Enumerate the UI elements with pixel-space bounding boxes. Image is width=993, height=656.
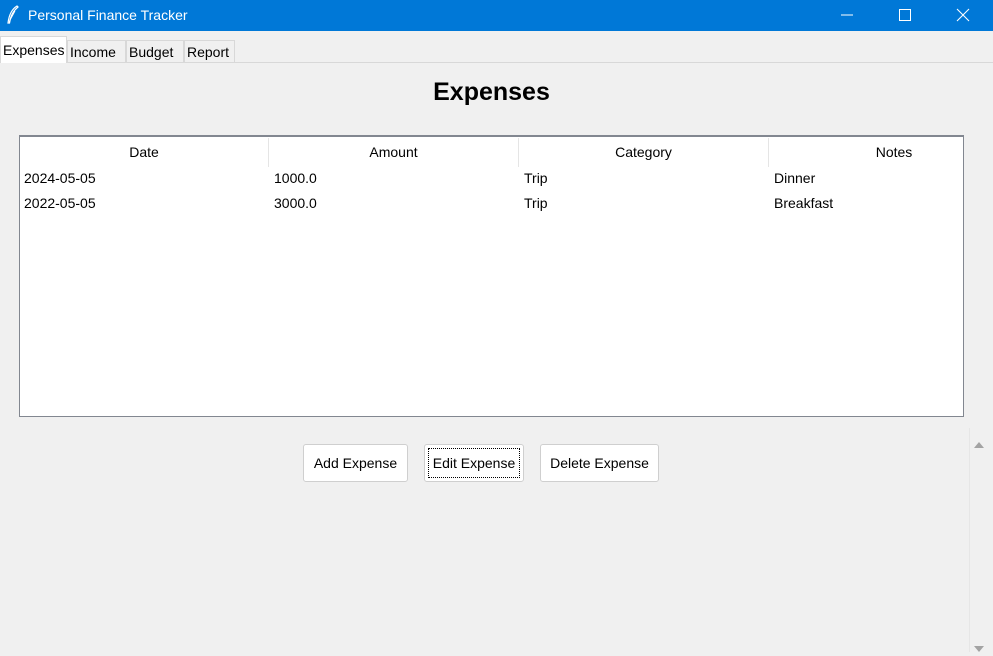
tab-report[interactable]: Report — [184, 40, 235, 62]
cell-notes: Breakfast — [774, 195, 834, 211]
page-title: Expenses — [433, 78, 550, 106]
expenses-table[interactable]: Date Amount Category Notes 2024-05-05 10… — [19, 135, 964, 417]
column-header-notes[interactable]: Notes — [769, 138, 993, 167]
tab-income[interactable]: Income — [67, 40, 126, 62]
tab-panel-divider — [0, 62, 993, 63]
vertical-scrollbar[interactable] — [969, 428, 989, 652]
cell-category: Trip — [524, 170, 548, 186]
table-row[interactable]: 2022-05-05 3000.0 Trip Breakfast — [20, 192, 963, 217]
cell-date: 2024-05-05 — [24, 170, 96, 186]
title-bar: Personal Finance Tracker — [0, 0, 993, 31]
maximize-icon — [899, 9, 911, 21]
minimize-icon — [841, 14, 853, 16]
feather-icon — [6, 5, 20, 25]
column-header-amount[interactable]: Amount — [269, 138, 519, 167]
close-button[interactable] — [934, 0, 992, 31]
maximize-button[interactable] — [876, 0, 934, 31]
cell-amount: 1000.0 — [274, 170, 317, 186]
tab-expenses[interactable]: Expenses — [0, 36, 67, 63]
cell-category: Trip — [524, 195, 548, 211]
add-expense-button[interactable]: Add Expense — [303, 444, 408, 482]
cell-notes: Dinner — [774, 170, 816, 186]
cell-date: 2022-05-05 — [24, 195, 96, 211]
scroll-down-arrow-icon[interactable] — [974, 640, 984, 656]
minimize-button[interactable] — [818, 0, 876, 31]
window-title: Personal Finance Tracker — [28, 7, 188, 23]
column-header-date[interactable]: Date — [20, 138, 269, 167]
cell-amount: 3000.0 — [274, 195, 317, 211]
table-row[interactable]: 2024-05-05 1000.0 Trip Dinner — [20, 167, 963, 192]
scrollbar-track — [969, 428, 970, 652]
tab-budget[interactable]: Budget — [126, 40, 184, 62]
table-body: 2024-05-05 1000.0 Trip Dinner 2022-05-05… — [20, 167, 963, 217]
close-icon — [956, 8, 970, 22]
scroll-up-arrow-icon[interactable] — [974, 436, 984, 452]
table-header: Date Amount Category Notes — [20, 138, 963, 167]
delete-expense-button[interactable]: Delete Expense — [540, 444, 659, 482]
column-header-category[interactable]: Category — [519, 138, 769, 167]
edit-expense-button[interactable]: Edit Expense — [424, 444, 524, 482]
notebook-tabs: Expenses Income Budget Report — [0, 36, 993, 63]
focus-ring — [428, 448, 520, 478]
table-top-border — [20, 136, 963, 137]
